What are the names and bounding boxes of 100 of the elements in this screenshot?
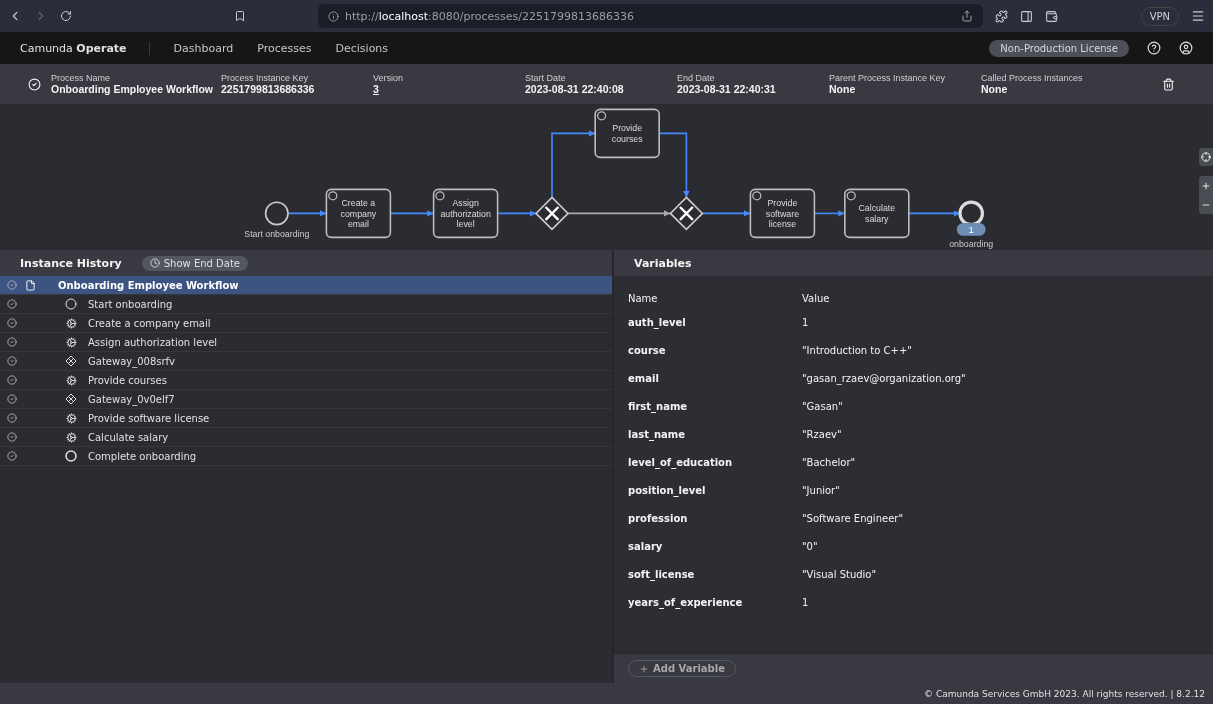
field-value: Onboarding Employee Workflow [51, 83, 213, 95]
row-label: Assign authorization level [88, 336, 218, 348]
history-row[interactable]: Complete onboarding [0, 447, 612, 466]
menu-icon[interactable] [1191, 9, 1205, 23]
task-label: Create a company email [340, 198, 377, 230]
end-event-icon [65, 450, 77, 462]
nav-link[interactable]: Decisions [335, 41, 389, 55]
completed-icon [7, 375, 17, 385]
completed-icon [7, 280, 17, 290]
gateway-diamond [669, 196, 704, 231]
history-row[interactable]: Start onboarding [0, 295, 612, 314]
reload-icon[interactable] [60, 10, 72, 22]
history-row[interactable]: Create a company email [0, 314, 612, 333]
task-label: Provide courses [611, 123, 643, 144]
url-text: http://localhost:8080/processes/2251799813686336 [345, 9, 634, 23]
zoom-in-icon[interactable] [1201, 180, 1211, 191]
history-row[interactable]: Onboarding Employee Workflow [0, 276, 612, 295]
variable-name: level_of_education [628, 456, 734, 468]
info-icon [328, 10, 339, 22]
sequence-flow [496, 210, 537, 217]
task-box [749, 188, 816, 239]
completed-icon [7, 318, 17, 328]
gateway-diamond [534, 196, 570, 231]
license-tag: Non-Production License [989, 39, 1129, 57]
sequence-flow [908, 210, 961, 217]
variable-name: profession [628, 512, 689, 524]
field-value: None [981, 83, 1008, 95]
column-header: Name [628, 292, 659, 304]
gateway-icon [65, 355, 77, 367]
row-label: Onboarding Employee Workflow [58, 279, 239, 291]
clock-icon [149, 258, 160, 268]
pane-title: Instance History [20, 256, 122, 270]
variable-value: "Bachelor" [802, 456, 857, 468]
variable-value: "Rzaev" [802, 428, 843, 440]
variable-name: salary [628, 540, 664, 552]
help-icon[interactable] [1147, 41, 1161, 55]
sequence-flow [813, 210, 846, 217]
event-icon [65, 298, 77, 310]
variable-name: years_of_experience [628, 596, 744, 608]
column-header: Value [802, 292, 831, 304]
field-value: None [829, 83, 856, 95]
file-icon [25, 279, 36, 291]
wallet-icon[interactable] [1045, 9, 1058, 23]
history-row[interactable]: Calculate salary [0, 428, 612, 447]
variable-value: "Gasan" [802, 400, 844, 412]
row-label: Complete onboarding [88, 450, 197, 462]
sequence-flow [551, 130, 596, 199]
task-label: Provide software license [765, 198, 799, 230]
field-value: 2023-08-31 22:40:08 [525, 83, 624, 95]
event-label: onboarding [949, 239, 994, 249]
task-box [844, 188, 910, 239]
user-icon[interactable] [1179, 41, 1193, 55]
address-bar[interactable]: http://localhost:8080/processes/2251799813686336 [318, 4, 983, 28]
field-label: Process Instance Key [221, 73, 309, 83]
field-value: 2023-08-31 22:40:31 [677, 83, 776, 95]
completed-icon [7, 337, 17, 347]
sequence-flow [389, 210, 435, 217]
variable-value: "Visual Studio" [802, 568, 878, 580]
version-link[interactable]: 3 [373, 83, 379, 95]
field-label: Start Date [525, 73, 566, 83]
row-label: Provide courses [88, 374, 167, 386]
nav-link[interactable]: Dashboard [173, 41, 234, 55]
completed-icon [7, 299, 17, 309]
history-row[interactable]: Gateway_008srfv [0, 352, 612, 371]
variable-value: "Introduction to C++" [802, 344, 913, 356]
history-row[interactable]: Gateway_0v0elf7 [0, 390, 612, 409]
variable-name: position_level [628, 484, 707, 496]
bookmark-icon[interactable] [234, 10, 246, 22]
field-label: Version [373, 73, 404, 83]
variable-name: last_name [628, 428, 686, 440]
extensions-icon[interactable] [995, 9, 1008, 23]
completed-icon [7, 432, 17, 442]
sidebar-icon[interactable] [1020, 9, 1033, 23]
event-label: Start onboarding [244, 229, 310, 240]
sequence-flow [701, 210, 752, 217]
variable-name: auth_level [628, 316, 687, 328]
completed-icon [28, 77, 41, 91]
share-icon[interactable] [961, 10, 973, 22]
history-row[interactable]: Provide courses [0, 371, 612, 390]
delete-icon[interactable] [1162, 77, 1175, 91]
gateway-icon [65, 393, 77, 405]
variable-value: 1 [802, 596, 810, 608]
start-event [264, 201, 289, 226]
row-label: Provide software license [88, 412, 210, 424]
show-end-date-button[interactable]: Show End Date [141, 255, 248, 271]
field-label: Called Process Instances [981, 73, 1083, 83]
plus-icon [639, 663, 649, 674]
variable-name: first_name [628, 400, 689, 412]
variable-value: "Junior" [802, 484, 841, 496]
history-row[interactable]: Assign authorization level [0, 333, 612, 352]
field-label: End Date [677, 73, 715, 83]
reset-view-icon[interactable] [1201, 152, 1211, 162]
nav-link[interactable]: Processes [257, 41, 312, 55]
row-label: Start onboarding [88, 298, 173, 310]
history-row[interactable]: Provide software license [0, 409, 612, 428]
task-box [432, 188, 499, 239]
variable-value: "0" [802, 540, 819, 552]
app-brand: Camunda Operate [20, 41, 150, 55]
variable-name: email [628, 372, 660, 384]
sequence-flow [287, 210, 328, 217]
